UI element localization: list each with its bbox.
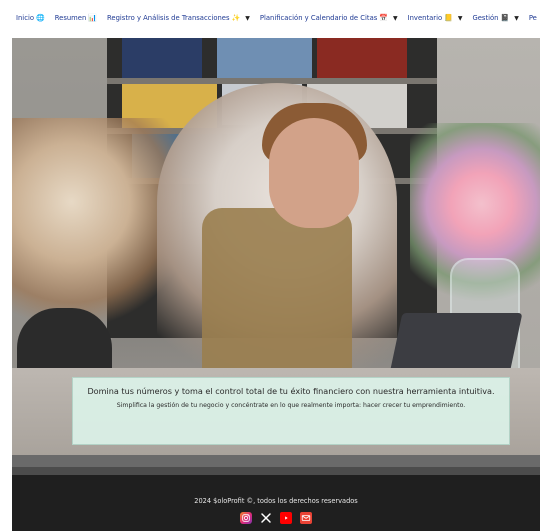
mail-icon <box>301 515 311 521</box>
nav-item-pe[interactable]: Pe <box>529 14 537 22</box>
nav-label: Registro y Análisis de Transacciones <box>107 14 230 22</box>
nav-item-resumen[interactable]: Resumen 📊 <box>55 14 97 22</box>
dropdown-caret-icon: ▼ <box>393 14 398 22</box>
nav-label: Inicio <box>16 14 34 22</box>
nav-item-inicio[interactable]: Inicio 🌐 <box>16 14 45 22</box>
sparkles-icon: ✨ <box>231 14 241 22</box>
shelf-books <box>317 38 407 78</box>
hero-message-box: Domina tus números y toma el control tot… <box>72 377 510 445</box>
dropdown-caret-icon: ▼ <box>245 14 250 22</box>
dropdown-caret-icon: ▼ <box>457 14 463 22</box>
x-icon <box>261 513 271 523</box>
chart-icon: 📊 <box>88 14 97 22</box>
globe-icon: 🌐 <box>36 14 45 22</box>
social-links <box>12 512 540 524</box>
nav-item-registro[interactable]: Registro y Análisis de Transacciones ✨ ▼ <box>107 14 250 22</box>
instagram-icon <box>242 514 250 522</box>
x-icon[interactable] <box>260 512 272 524</box>
nav-label: Inventario <box>407 14 443 22</box>
top-nav: Inicio 🌐 Resumen 📊 Registro y Análisis d… <box>0 0 540 36</box>
nav-label: Gestión <box>472 14 499 22</box>
youtube-icon[interactable] <box>280 512 292 524</box>
decorative-band <box>12 455 540 467</box>
youtube-icon <box>285 516 288 520</box>
face <box>269 118 359 228</box>
nav-label: Planificación y Calendario de Citas <box>259 14 378 22</box>
ledger-icon: 📒 <box>444 14 453 22</box>
shelf-books <box>217 38 312 78</box>
calendar-icon: 📅 <box>379 14 388 22</box>
hero-headline: Domina tus números y toma el control tot… <box>87 386 495 396</box>
dropdown-caret-icon: ▼ <box>514 14 519 22</box>
instagram-icon[interactable] <box>240 512 252 524</box>
notebook-icon: 📓 <box>500 14 510 22</box>
nav-item-gestion[interactable]: Gestión 📓 ▼ <box>472 14 518 22</box>
nav-item-planificacion[interactable]: Planificación y Calendario de Citas 📅 ▼ <box>260 14 398 22</box>
hero-subheadline: Simplifica la gestión de tu negocio y co… <box>116 402 466 410</box>
shelf-books <box>122 38 202 78</box>
nav-item-inventario[interactable]: Inventario 📒 ▼ <box>408 14 463 22</box>
nav-label: Pe <box>528 14 537 22</box>
footer: 2024 $oloProfit ©, todos los derechos re… <box>12 475 540 531</box>
mail-icon[interactable] <box>300 512 312 524</box>
decorative-band <box>12 467 540 475</box>
nav-label: Resumen <box>54 14 87 22</box>
copyright-text: 2024 $oloProfit ©, todos los derechos re… <box>194 497 358 505</box>
